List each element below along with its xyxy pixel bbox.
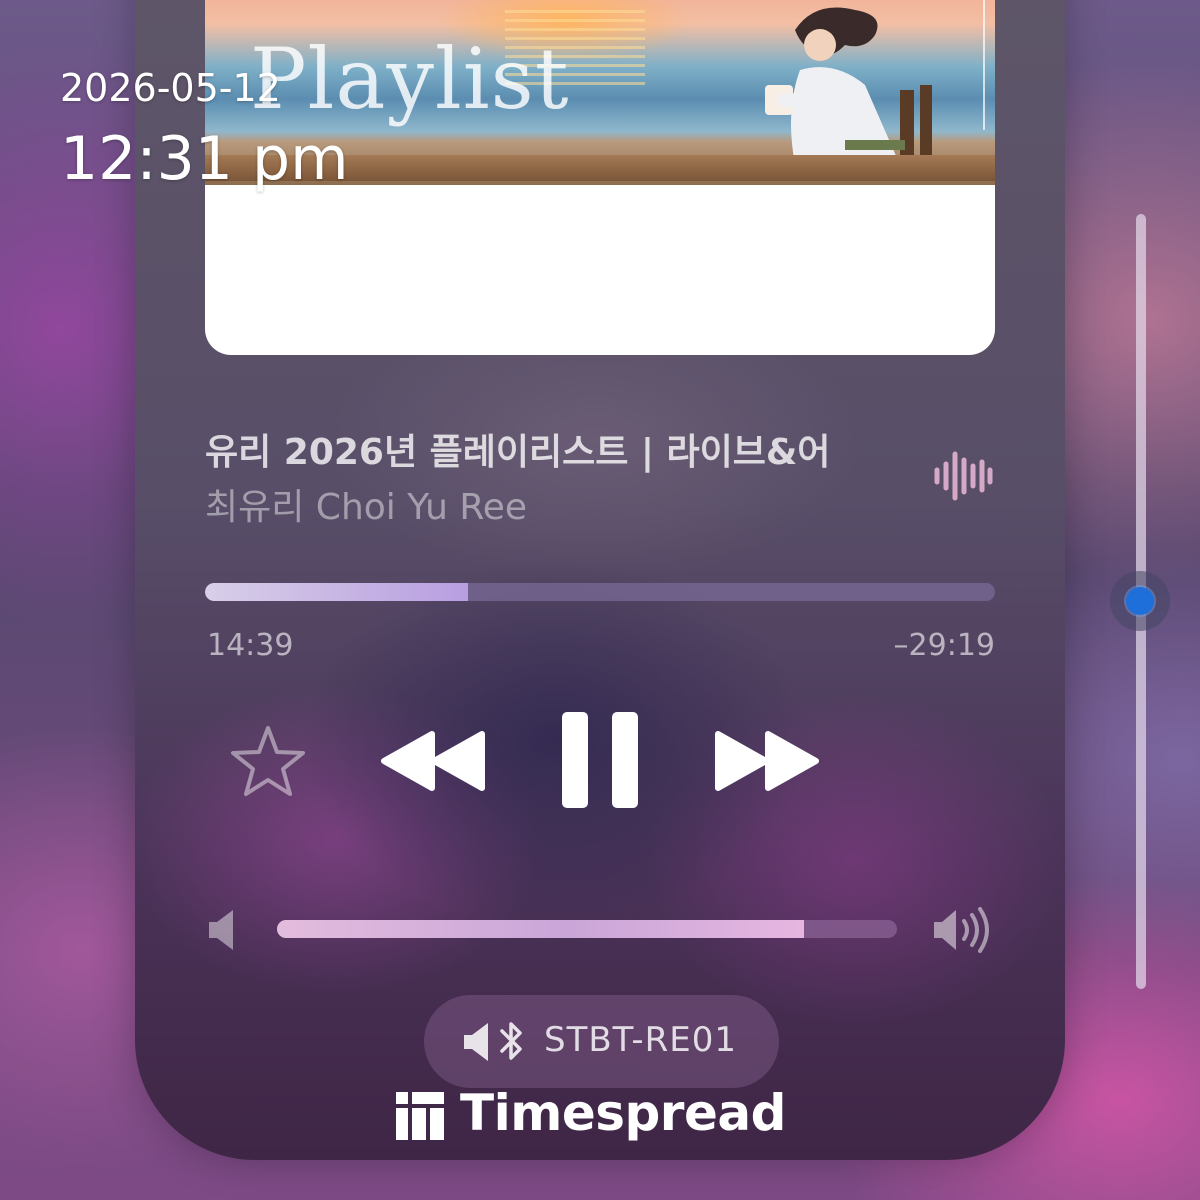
brand-name: Timespread xyxy=(460,1084,786,1142)
woman-illustration xyxy=(765,7,932,170)
output-device-name: STBT-RE01 xyxy=(544,1020,737,1060)
output-device-button[interactable]: STBT-RE01 xyxy=(424,995,779,1088)
volume-slider[interactable] xyxy=(277,920,897,938)
timespread-logo-icon xyxy=(396,1092,444,1140)
curtain xyxy=(963,0,985,130)
elapsed-time: 14:39 xyxy=(207,628,294,663)
fast-forward-icon[interactable] xyxy=(712,728,822,794)
speaker-high-icon[interactable] xyxy=(932,905,992,955)
status-time: 12:31 pm xyxy=(60,124,349,194)
playback-scrubber[interactable] xyxy=(205,583,995,601)
speaker-low-icon[interactable] xyxy=(207,908,237,952)
rewind-icon[interactable] xyxy=(378,728,488,794)
track-artist[interactable]: 최유리 Choi Yu Ree xyxy=(205,478,527,530)
album-art-title: Playlist xyxy=(250,30,570,128)
remaining-time: –29:19 xyxy=(893,628,995,663)
track-title[interactable]: 유리 2026년 플레이리스트 | 라이브&어 xyxy=(205,423,895,475)
side-slider-handle[interactable] xyxy=(1126,587,1154,615)
status-date: 2026-05-12 xyxy=(60,66,281,110)
star-icon[interactable] xyxy=(228,722,308,800)
pause-icon[interactable] xyxy=(560,710,640,810)
bluetooth-speaker-icon xyxy=(464,1022,522,1061)
volume-fill xyxy=(277,920,804,938)
waveform-icon[interactable] xyxy=(932,448,994,504)
playback-progress-fill xyxy=(205,583,469,601)
